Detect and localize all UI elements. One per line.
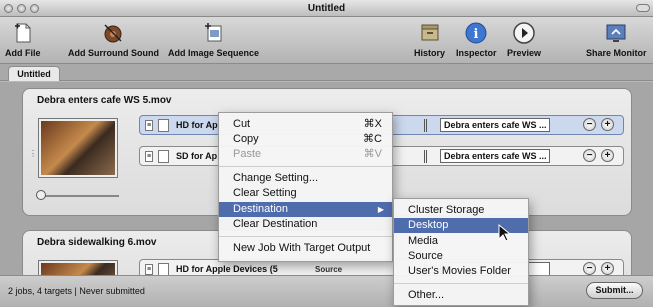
setting-document-icon [158, 263, 169, 275]
zoom-window-button[interactable] [30, 4, 39, 13]
add-image-sequence-button[interactable]: Add Image Sequence [168, 21, 259, 58]
menu-divider [394, 283, 528, 284]
video-thumbnail [39, 119, 117, 177]
preview-button[interactable]: Preview [507, 21, 541, 58]
add-file-button[interactable]: Add File [5, 21, 41, 58]
source-label: Source [315, 265, 343, 274]
remove-target-button[interactable]: − [583, 149, 596, 162]
setting-document-icon [158, 119, 169, 132]
toolbar: Add File Add Surround Sound Add Image Se… [0, 17, 653, 64]
remove-target-button[interactable]: − [583, 118, 596, 131]
copy-shortcut: ⌘C [363, 133, 382, 145]
target-action-icon[interactable]: ≡ [145, 151, 153, 162]
add-surround-sound-button[interactable]: Add Surround Sound [68, 21, 159, 58]
submenu-item-cluster-storage[interactable]: Cluster Storage [394, 203, 528, 218]
thumbnail-scrubber-knob[interactable] [36, 190, 46, 200]
window-controls[interactable] [4, 4, 39, 13]
menu-item-change-setting[interactable]: Change Setting... [219, 171, 392, 186]
destination-field[interactable]: Debra enters cafe WS ... [440, 149, 550, 163]
title-bar: Untitled [0, 0, 653, 17]
drag-handle[interactable]: ⋮ [29, 149, 37, 158]
close-window-button[interactable] [4, 4, 13, 13]
setting-document-icon [158, 150, 169, 163]
menu-item-paste: Paste ⌘V [233, 148, 382, 160]
tab-untitled[interactable]: Untitled [8, 66, 60, 81]
status-bar: 2 jobs, 4 targets | Never submitted Subm… [0, 275, 653, 307]
menu-item-copy[interactable]: Copy ⌘C [219, 132, 392, 147]
window-title: Untitled [307, 3, 346, 14]
history-button[interactable]: History [414, 21, 445, 58]
info-icon: i [464, 21, 488, 45]
remove-target-button[interactable]: − [583, 262, 596, 275]
history-icon [418, 21, 442, 45]
menu-item-destination[interactable]: Destination ▶ [219, 202, 392, 217]
target-setting-name: SD for Ap [176, 151, 218, 161]
menu-item-new-job[interactable]: New Job With Target Output [219, 241, 392, 256]
status-text: 2 jobs, 4 targets | Never submitted [8, 286, 145, 296]
share-monitor-icon [604, 21, 628, 45]
menu-item-clear-destination[interactable]: Clear Destination [219, 217, 392, 232]
add-target-button[interactable]: + [601, 262, 614, 275]
tab-bar: Untitled [0, 64, 653, 81]
mouse-pointer-icon [498, 224, 512, 242]
submenu-item-source[interactable]: Source [394, 249, 528, 264]
target-setting-name: HD for Apple Devices (5 [176, 264, 278, 274]
submit-button[interactable]: Submit... [586, 282, 643, 299]
job-title: Debra sidewalking 6.mov [37, 237, 157, 248]
add-target-button[interactable]: + [601, 149, 614, 162]
destination-submenu: Cluster Storage Desktop Media Source Use… [393, 198, 529, 306]
play-icon [512, 21, 536, 45]
video-thumbnail [39, 261, 117, 275]
image-sequence-icon [202, 21, 226, 45]
menu-item-clear-setting[interactable]: Clear Setting [219, 186, 392, 201]
minimize-window-button[interactable] [17, 4, 26, 13]
paste-shortcut: ⌘V [363, 148, 382, 160]
cut-shortcut: ⌘X [363, 118, 382, 130]
toolbar-toggle-button[interactable] [636, 4, 650, 12]
target-setting-name: HD for Ap [176, 120, 218, 130]
menu-item-cut[interactable]: Cut ⌘X [219, 117, 392, 132]
job-title: Debra enters cafe WS 5.mov [37, 95, 172, 106]
share-monitor-button[interactable]: Share Monitor [586, 21, 647, 58]
add-file-icon [11, 21, 35, 45]
separator-icon [424, 150, 427, 163]
thumbnail-scrubber-track[interactable] [39, 195, 119, 197]
menu-divider [219, 236, 392, 237]
add-target-button[interactable]: + [601, 118, 614, 131]
inspector-button[interactable]: i Inspector [456, 21, 497, 58]
context-menu: Cut ⌘X Copy ⌘C Paste ⌘V Change Setting..… [218, 112, 393, 262]
surround-sound-icon [101, 21, 125, 45]
target-action-icon[interactable]: ≡ [145, 120, 153, 131]
separator-icon [424, 119, 427, 132]
submenu-item-users-movies[interactable]: User's Movies Folder [394, 264, 528, 279]
menu-divider [219, 166, 392, 167]
target-action-icon[interactable]: ≡ [145, 264, 153, 275]
destination-field[interactable]: Debra enters cafe WS ... [440, 118, 550, 132]
svg-text:i: i [474, 27, 479, 42]
submenu-item-other[interactable]: Other... [394, 288, 528, 303]
submenu-arrow-icon: ▶ [377, 205, 384, 214]
